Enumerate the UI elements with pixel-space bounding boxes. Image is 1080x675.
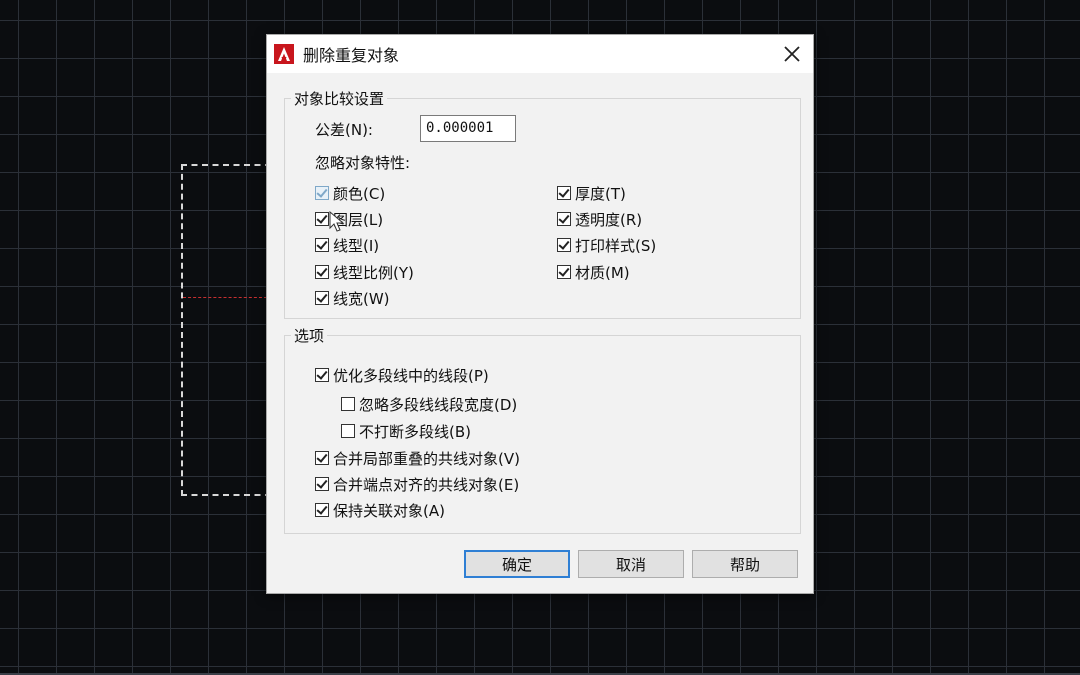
checkbox-label: 线型(I) bbox=[333, 236, 380, 255]
checkbox-box bbox=[557, 186, 571, 200]
checkbox-maintain-associative[interactable]: 保持关联对象(A) bbox=[315, 500, 445, 520]
ok-button[interactable]: 确定 bbox=[464, 550, 570, 578]
checkbox-combine-overlap[interactable]: 合并局部重叠的共线对象(V) bbox=[315, 448, 520, 468]
checkbox-label: 线宽(W) bbox=[333, 289, 390, 308]
close-icon[interactable] bbox=[777, 39, 807, 69]
tolerance-input[interactable]: 0.000001 bbox=[420, 115, 516, 142]
compare-settings-title: 对象比较设置 bbox=[291, 88, 388, 109]
checkbox-thickness[interactable]: 厚度(T) bbox=[557, 183, 626, 203]
checkbox-label: 颜色(C) bbox=[333, 184, 386, 203]
checkbox-label: 优化多段线中的线段(P) bbox=[333, 366, 489, 385]
checkbox-box bbox=[557, 238, 571, 252]
checkbox-box bbox=[315, 503, 329, 517]
checkbox-box bbox=[315, 291, 329, 305]
delete-duplicates-dialog: 删除重复对象 对象比较设置 公差(N): 0.000001 忽略对象特性: 颜色… bbox=[266, 34, 814, 594]
checkbox-label: 打印样式(S) bbox=[575, 236, 657, 255]
checkbox-label: 线型比例(Y) bbox=[333, 263, 414, 282]
checkbox-box bbox=[341, 397, 355, 411]
checkbox-material[interactable]: 材质(M) bbox=[557, 262, 630, 282]
dialog-title: 删除重复对象 bbox=[303, 46, 400, 65]
red-dashed-line bbox=[183, 297, 267, 298]
checkbox-box bbox=[315, 477, 329, 491]
checkbox-plot-style[interactable]: 打印样式(S) bbox=[557, 235, 656, 255]
checkbox-combine-end-to-end[interactable]: 合并端点对齐的共线对象(E) bbox=[315, 474, 519, 494]
checkbox-box bbox=[315, 368, 329, 382]
options-title: 选项 bbox=[291, 325, 328, 346]
checkbox-color[interactable]: 颜色(C) bbox=[315, 183, 385, 203]
checkbox-linetype-scale[interactable]: 线型比例(Y) bbox=[315, 262, 414, 282]
checkbox-box bbox=[315, 212, 329, 226]
checkbox-lineweight[interactable]: 线宽(W) bbox=[315, 288, 390, 308]
checkbox-linetype[interactable]: 线型(I) bbox=[315, 235, 379, 255]
checkbox-do-not-break-polyline[interactable]: 不打断多段线(B) bbox=[341, 421, 471, 441]
checkbox-label: 透明度(R) bbox=[575, 210, 643, 229]
dashed-selection-rectangle bbox=[181, 164, 271, 496]
checkbox-box bbox=[315, 265, 329, 279]
checkbox-label: 合并局部重叠的共线对象(V) bbox=[333, 449, 520, 468]
checkbox-box bbox=[315, 186, 329, 200]
dialog-titlebar[interactable]: 删除重复对象 bbox=[267, 35, 813, 73]
checkbox-label: 材质(M) bbox=[575, 263, 630, 282]
tolerance-label: 公差(N): bbox=[315, 121, 373, 139]
checkbox-label: 保持关联对象(A) bbox=[333, 501, 445, 520]
checkbox-box bbox=[557, 212, 571, 226]
checkbox-layer[interactable]: 图层(L) bbox=[315, 209, 383, 229]
checkbox-box bbox=[315, 451, 329, 465]
checkbox-transparency[interactable]: 透明度(R) bbox=[557, 209, 642, 229]
checkbox-label: 不打断多段线(B) bbox=[359, 422, 471, 441]
cancel-button[interactable]: 取消 bbox=[578, 550, 684, 578]
help-button[interactable]: 帮助 bbox=[692, 550, 798, 578]
mouse-pointer-icon bbox=[329, 211, 345, 232]
checkbox-label: 厚度(T) bbox=[575, 184, 626, 203]
checkbox-box bbox=[341, 424, 355, 438]
ignore-properties-label: 忽略对象特性: bbox=[315, 154, 411, 172]
checkbox-label: 忽略多段线线段宽度(D) bbox=[359, 395, 518, 414]
checkbox-box bbox=[315, 238, 329, 252]
autocad-logo-icon bbox=[273, 43, 295, 65]
checkbox-box bbox=[557, 265, 571, 279]
checkbox-ignore-polyline-width[interactable]: 忽略多段线线段宽度(D) bbox=[341, 394, 517, 414]
checkbox-label: 合并端点对齐的共线对象(E) bbox=[333, 475, 520, 494]
checkbox-optimize-polyline[interactable]: 优化多段线中的线段(P) bbox=[315, 365, 489, 385]
